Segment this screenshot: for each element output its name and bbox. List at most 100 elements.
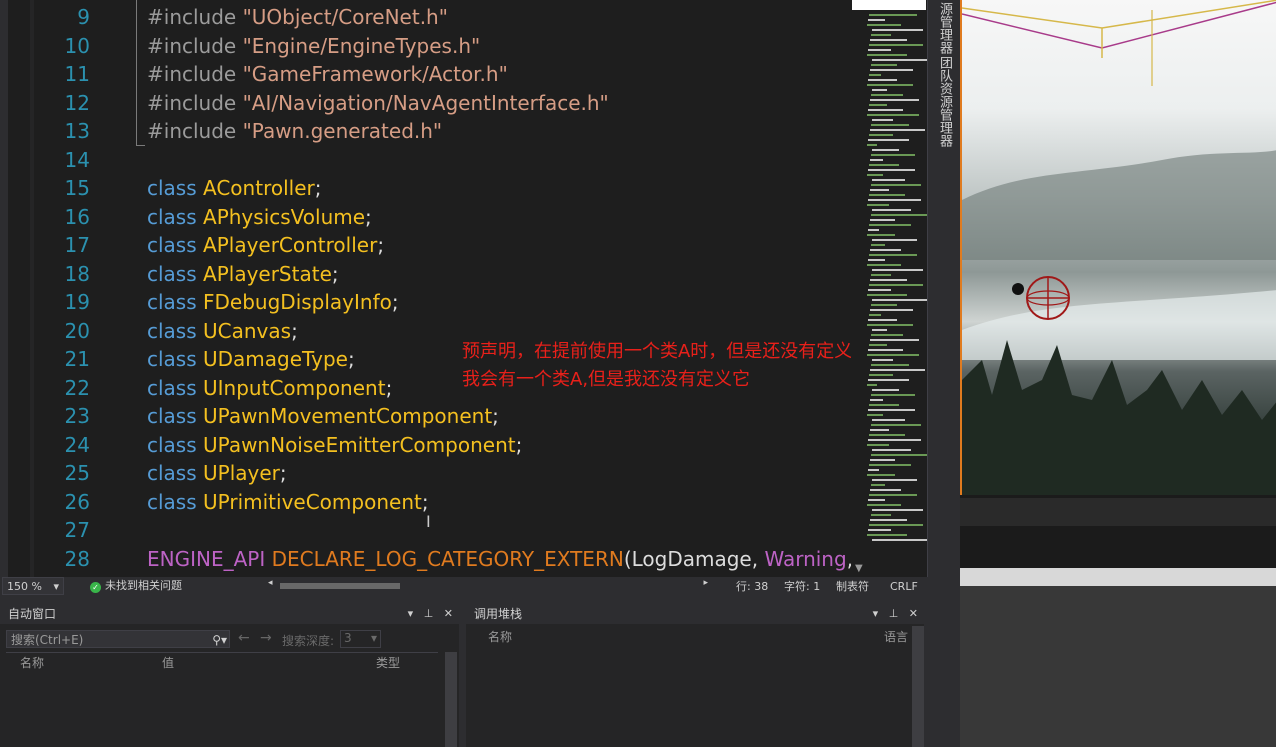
close-icon[interactable]: ✕ — [444, 607, 453, 620]
code-token: class — [147, 461, 204, 485]
close-icon[interactable]: ✕ — [909, 607, 918, 620]
minimap-line — [869, 134, 893, 136]
col-language[interactable]: 语言 — [884, 628, 908, 645]
minimap-line — [867, 474, 895, 476]
search-icon[interactable]: ⚲▾ — [212, 631, 227, 649]
code-line[interactable]: 15 class AController; — [0, 174, 851, 202]
code-token: #include — [147, 33, 243, 58]
minimap-line — [872, 329, 887, 331]
code-line[interactable]: 25 class UPlayer; — [0, 459, 851, 487]
code-line[interactable]: 23 class UPawnMovementComponent; — [0, 402, 851, 430]
dropdown-icon[interactable]: ▾ — [873, 607, 879, 620]
search-depth-select[interactable]: 3 ▾ — [340, 630, 381, 648]
minimap-line — [872, 269, 923, 271]
scroll-left-arrow-icon[interactable]: ◂ — [268, 578, 273, 588]
col-value[interactable]: 值 — [162, 654, 174, 671]
code-token: ; — [391, 290, 399, 314]
line-code: #include "Engine/EngineTypes.h" — [147, 32, 480, 60]
minimap-line — [872, 179, 905, 181]
horizontal-scrollbar[interactable]: ◂ ▸ — [268, 578, 708, 591]
callstack-vertical-scrollbar[interactable] — [912, 626, 924, 747]
game-viewport[interactable] — [960, 0, 1276, 495]
side-tab-source-control[interactable]: 源管理器 — [935, 2, 954, 54]
code-line[interactable]: 12 #include "AI/Navigation/NavAgentInterf… — [0, 89, 851, 117]
minimap-line — [868, 319, 897, 321]
minimap-line — [872, 299, 929, 301]
minimap-scrollbar[interactable] — [851, 0, 929, 577]
code-token: #include — [147, 5, 243, 29]
viewport-toolbar — [960, 498, 1276, 526]
minimap-line — [869, 524, 923, 526]
code-line[interactable]: 19 class FDebugDisplayInfo; — [0, 288, 851, 316]
autos-search-input[interactable]: 搜索(Ctrl+E) ⚲▾ — [6, 630, 230, 648]
code-token: DECLARE_LOG_CATEGORY_EXTERN — [271, 546, 624, 571]
minimap-line — [871, 394, 915, 396]
minimap-line — [872, 29, 923, 31]
minimap-line — [871, 244, 885, 246]
code-token: class — [147, 204, 204, 229]
minimap-line — [872, 539, 929, 541]
code-line[interactable]: 17 class APlayerController; — [0, 231, 851, 259]
minimap-line — [871, 184, 921, 186]
code-line[interactable]: 11 #include "GameFramework/Actor.h" — [0, 60, 851, 88]
chevron-down-icon: ▾ — [53, 580, 59, 593]
minimap-line — [869, 254, 917, 256]
code-line[interactable]: 24 class UPawnNoiseEmitterComponent; — [0, 431, 851, 459]
code-line[interactable]: 28 ENGINE_API DECLARE_LOG_CATEGORY_EXTERN… — [0, 545, 851, 573]
code-token: class — [147, 404, 204, 428]
minimap-line — [872, 359, 893, 361]
col-name[interactable]: 名称 — [488, 628, 512, 645]
row-indicator[interactable]: 行: 38 — [736, 577, 768, 597]
tab-mode-indicator[interactable]: 制表符 — [836, 577, 869, 597]
col-name[interactable]: 名称 — [20, 654, 44, 671]
side-tab-team-explorer[interactable]: 团队资源管理器 — [935, 56, 954, 147]
minimap-line — [870, 309, 913, 311]
pin-icon[interactable]: ⊥ — [424, 607, 434, 620]
code-token: UPawnMovementComponent — [203, 404, 493, 428]
code-editor[interactable]: 9 #include "UObject/CoreNet.h" 10 #include … — [0, 0, 851, 577]
back-arrow-icon[interactable]: ← — [238, 630, 250, 646]
minimap-line — [872, 89, 887, 91]
line-code: class UDamageType; — [147, 345, 355, 373]
issues-text: 未找到相关问题 — [105, 579, 182, 592]
eol-indicator[interactable]: CRLF — [890, 577, 918, 597]
minimap-line — [868, 79, 897, 81]
minimap-line — [867, 324, 913, 326]
pin-icon[interactable]: ⊥ — [889, 607, 899, 620]
minimap-line — [869, 14, 917, 16]
code-token: class — [147, 432, 204, 457]
code-line[interactable]: 10 #include "Engine/EngineTypes.h" — [0, 32, 851, 60]
code-line[interactable]: 13 #include "Pawn.generated.h" — [0, 117, 851, 145]
scroll-right-arrow-icon[interactable]: ▸ — [703, 578, 708, 588]
minimap-line — [868, 499, 885, 501]
code-token: (LogDamage, — [623, 546, 765, 571]
minimap-viewport-indicator[interactable] — [852, 0, 926, 10]
code-token: "Engine/EngineTypes.h" — [242, 33, 481, 58]
minimap-line — [870, 519, 907, 521]
scroll-down-arrow-icon[interactable]: ▼ — [855, 563, 863, 574]
minimap-line — [869, 194, 905, 196]
autos-vertical-scrollbar[interactable] — [445, 652, 457, 747]
callstack-panel: 调用堆栈 ▾ ⊥ ✕ 名称 语言 — [466, 604, 924, 747]
horizontal-scroll-thumb[interactable] — [280, 583, 400, 589]
minimap-line — [870, 429, 889, 431]
minimap-line — [872, 479, 917, 481]
line-number: 10 — [64, 33, 90, 58]
code-token: class — [147, 318, 204, 343]
issues-indicator[interactable]: ✓ 未找到相关问题 — [90, 577, 182, 595]
code-token: "GameFramework/Actor.h" — [242, 62, 508, 86]
col-type[interactable]: 类型 — [376, 654, 400, 671]
minimap-line — [868, 199, 921, 201]
code-token: ; — [385, 375, 393, 400]
forward-arrow-icon[interactable]: → — [260, 630, 272, 646]
zoom-dropdown[interactable]: 150 % ▾ — [2, 577, 64, 595]
code-token: APlayerController — [203, 233, 378, 257]
code-line[interactable]: 14 — [0, 146, 851, 174]
col-indicator[interactable]: 字符: 1 — [784, 577, 820, 597]
check-circle-icon: ✓ — [90, 582, 101, 593]
code-line[interactable]: 18 class APlayerState; — [0, 260, 851, 288]
line-number: 24 — [64, 432, 90, 457]
dropdown-icon[interactable]: ▾ — [408, 607, 414, 620]
code-line[interactable]: 9 #include "UObject/CoreNet.h" — [0, 3, 851, 31]
code-line[interactable]: 16 class APhysicsVolume; — [0, 203, 851, 231]
